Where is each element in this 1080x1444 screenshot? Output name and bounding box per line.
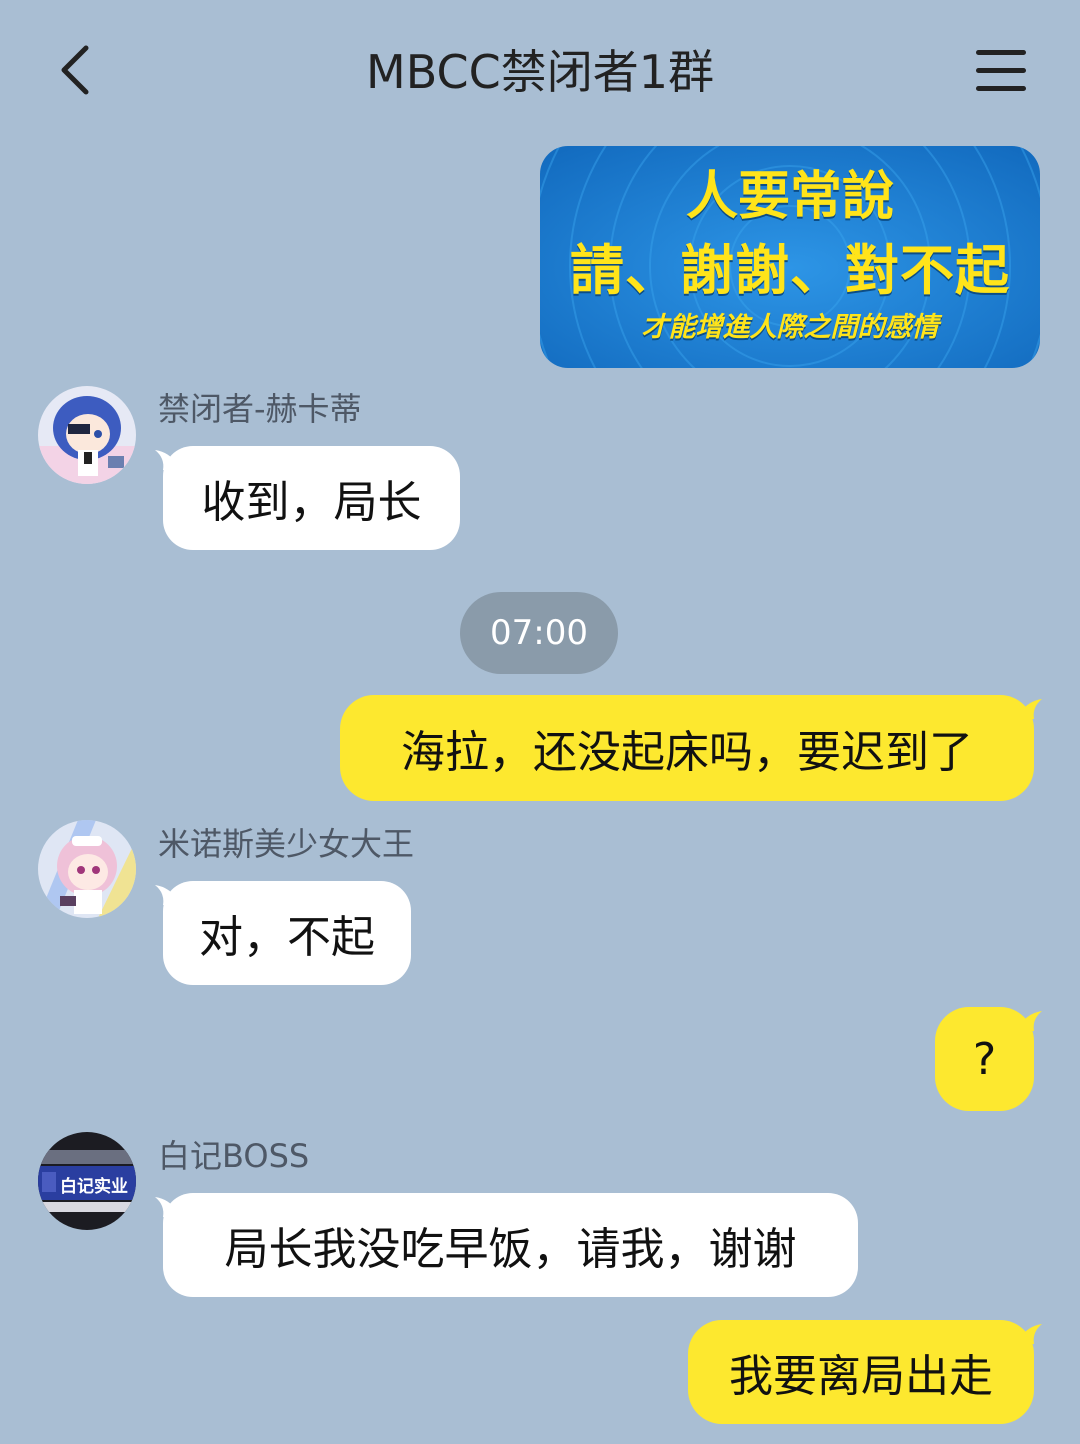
- avatar[interactable]: [38, 820, 136, 918]
- message-bubble-out[interactable]: 海拉，还没起床吗，要迟到了: [340, 695, 1042, 801]
- message-text: 收到，局长: [201, 477, 422, 528]
- svg-text:白记实业: 白记实业: [60, 1176, 128, 1197]
- sender-name: 米诺斯美少女大王: [158, 825, 415, 863]
- message-bubble-out[interactable]: ?: [935, 1007, 1042, 1111]
- poster-line-3: 才能增進人際之間的感情: [641, 312, 939, 343]
- avatar-blue-hair-girl: [38, 386, 136, 484]
- message-text: 海拉，还没起床吗，要迟到了: [401, 727, 973, 778]
- avatar-shop-sign: 白记实业: [38, 1132, 136, 1230]
- sender-name: 禁闭者-赫卡蒂: [158, 390, 362, 428]
- sender-name: 白记BOSS: [158, 1137, 310, 1175]
- poster-line-2: 請、謝謝、對不起: [570, 239, 1010, 302]
- avatar[interactable]: 白记实业: [38, 1132, 136, 1230]
- hamburger-menu-icon: [976, 50, 1026, 91]
- avatar[interactable]: [38, 386, 136, 484]
- avatar-pink-hair-girl: [38, 820, 136, 918]
- message-text: 局长我没吃早饭，请我，谢谢: [224, 1224, 797, 1275]
- message-text: ?: [972, 1033, 997, 1085]
- message-bubble-in[interactable]: 局长我没吃早饭，请我，谢谢: [155, 1193, 858, 1297]
- chevron-left-icon: [61, 45, 89, 95]
- chat-title: MBCC禁闭者1群: [366, 45, 714, 99]
- poster-line-1: 人要常說: [685, 167, 894, 227]
- chat-screen: MBCC禁闭者1群 人要常說 請、謝謝、對不起 才能增進人際之間的感情 禁闭者-…: [0, 0, 1080, 1444]
- message-text: 我要离局出走: [729, 1351, 993, 1402]
- message-bubble-out[interactable]: 我要离局出走: [688, 1320, 1042, 1424]
- back-button[interactable]: [50, 40, 110, 100]
- menu-button[interactable]: [970, 44, 1032, 98]
- message-bubble-in[interactable]: 对，不起: [155, 881, 411, 985]
- timestamp: 07:00: [460, 592, 618, 674]
- message-bubble-in[interactable]: 收到，局长: [155, 446, 460, 550]
- message-text: 对，不起: [199, 912, 375, 963]
